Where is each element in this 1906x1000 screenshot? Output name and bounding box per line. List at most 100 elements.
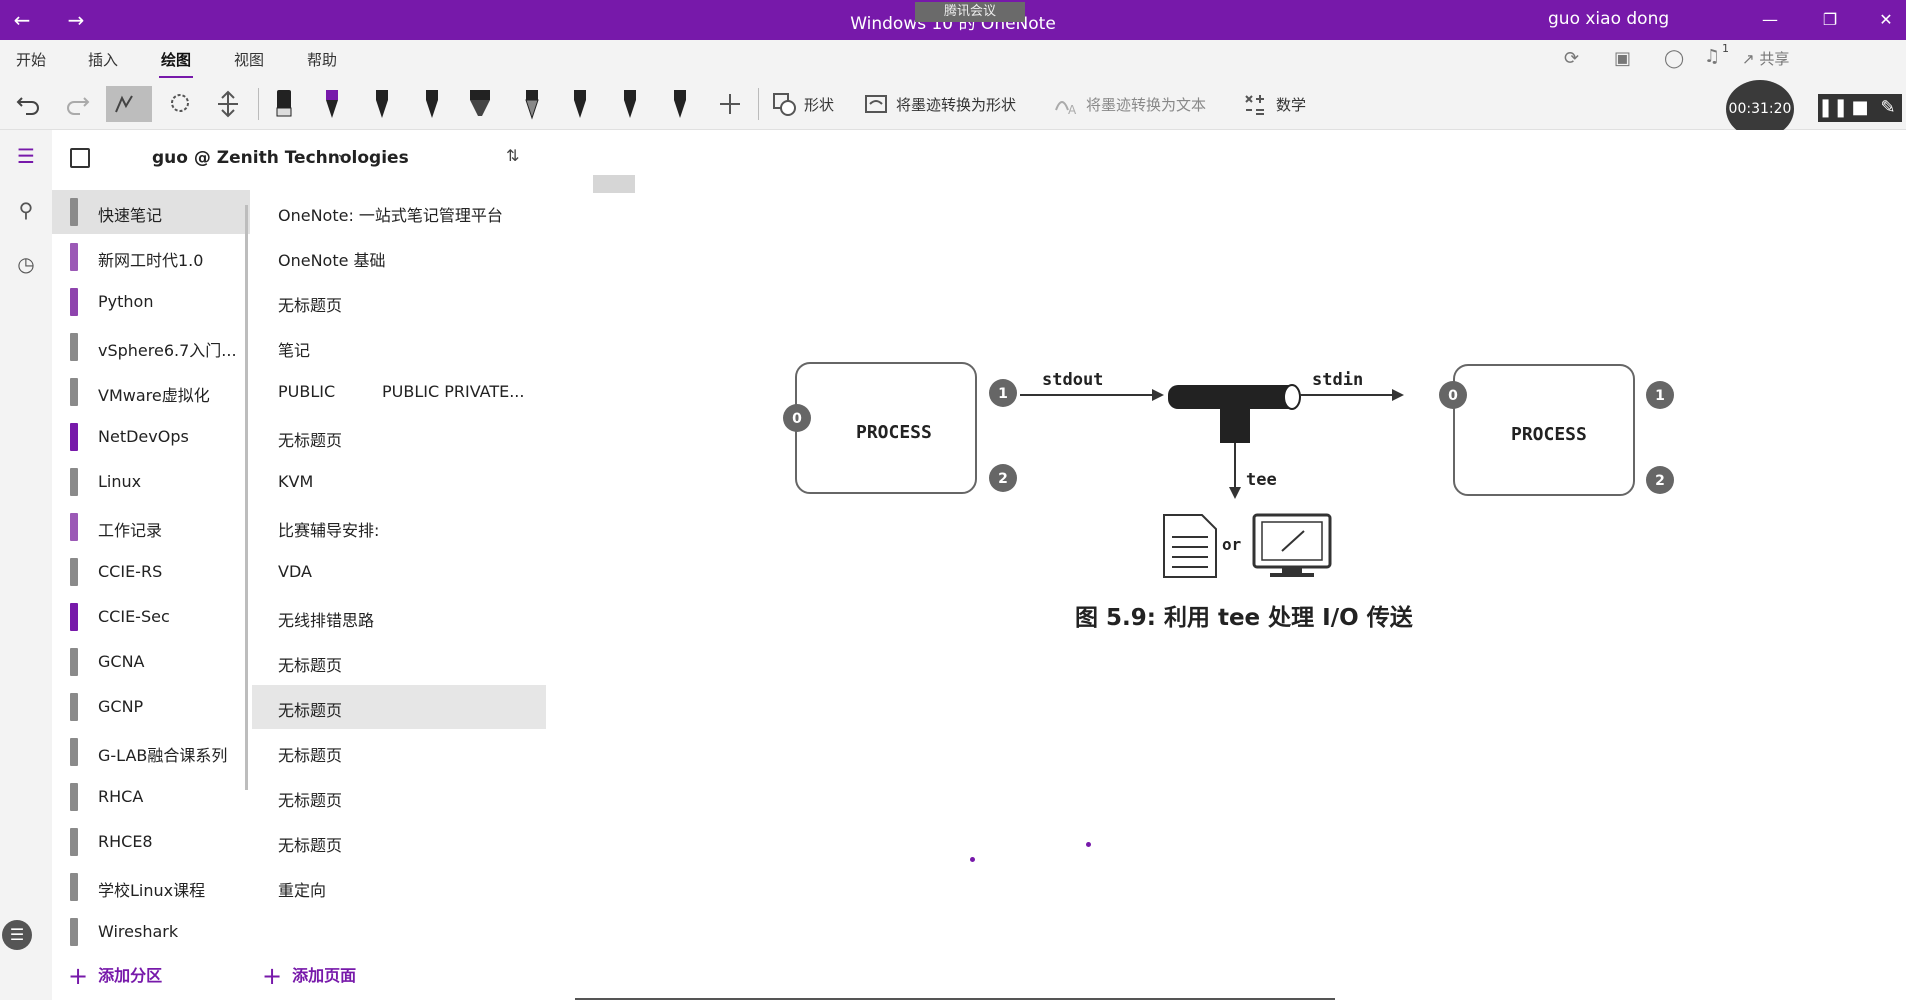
minimize-icon[interactable]: — [1750,6,1790,34]
user-name[interactable]: guo xiao dong [1548,9,1669,29]
pen-black-4-icon[interactable] [612,86,648,122]
tab-insert[interactable]: 插入 [88,49,118,70]
highlighter-icon[interactable] [462,86,498,122]
add-page-button[interactable]: + 添加页面 [262,962,356,990]
tab-view[interactable]: 视图 [234,49,264,70]
ink-to-text-icon[interactable]: A [1048,86,1084,122]
section-label: CCIE-Sec [98,607,170,626]
pen-black-5-icon[interactable] [662,86,698,122]
notebooks-icon[interactable]: ☰ [8,138,44,174]
tee-pipe-horizontal [1168,385,1298,409]
stop-icon[interactable]: ■ [1846,94,1874,122]
page-label: 重定向 [278,881,327,900]
restore-icon[interactable]: ❐ [1810,6,1850,34]
section-item[interactable]: RHCA [52,775,250,819]
page-label: OneNote 基础 [278,251,386,270]
pen-purple-icon[interactable] [314,86,350,122]
section-item[interactable]: Wireshark [52,910,250,954]
page-item[interactable]: 无标题页 [252,415,546,459]
page-item[interactable]: 重定向 [252,865,546,909]
right-process-label: PROCESS [1511,424,1587,445]
notebook-header: guo @ Zenith Technologies ⌄ ⇅ [52,130,548,190]
pause-icon[interactable]: ❚❚ [1818,94,1848,122]
page-item[interactable]: 笔记 [252,325,546,369]
add-pen-icon[interactable] [712,86,748,122]
notebook-selector[interactable]: guo @ Zenith Technologies [152,148,409,168]
pen-annotate-icon[interactable]: ✎ [1874,94,1902,122]
sort-icon[interactable]: ⇅ [506,146,519,165]
section-item[interactable]: Linux [52,460,250,504]
lightbulb-icon[interactable]: ◯ [1664,48,1684,69]
page-item[interactable]: 无标题页 [252,280,546,324]
bell-icon[interactable]: ♫ [1704,46,1720,67]
select-objects-icon[interactable] [106,86,152,122]
section-item[interactable]: 新网工时代1.0 [52,235,250,279]
right-fd1-label: 1 [1655,388,1665,404]
page-item[interactable]: 无标题页 [252,820,546,864]
recording-controls: 00:31:20 ❚❚ ■ ✎ [1726,78,1906,138]
page-item[interactable]: 比赛辅导安排: [252,505,546,549]
navigation-rail: ☰ ⚲ ◷ ☰ [0,130,52,1000]
page-item[interactable]: 无标题页 [252,775,546,819]
page-item[interactable]: VDA [252,550,546,594]
page-label: VDA [278,562,312,581]
page-item[interactable]: KVM [252,460,546,504]
page-item[interactable]: 无标题页 [252,685,546,729]
page-item[interactable]: OneNote: 一站式笔记管理平台 [252,190,546,234]
section-item[interactable]: 学校Linux课程 [52,865,250,909]
stdout-label: stdout [1042,370,1103,390]
shapes-label[interactable]: 形状 [804,94,834,115]
share-button[interactable]: ↗ 共享 [1742,48,1789,69]
math-label[interactable]: 数学 [1276,94,1306,115]
undo-icon[interactable] [10,86,46,122]
page-item[interactable]: OneNote 基础 [252,235,546,279]
eraser-icon[interactable] [266,86,302,122]
section-item[interactable]: VMware虚拟化 [52,370,250,414]
chevron-down-icon[interactable]: ⌄ [336,146,348,162]
lasso-select-icon[interactable] [162,86,198,122]
page-item[interactable]: 无标题页 [252,730,546,774]
section-item[interactable]: GCNP [52,685,250,729]
section-item[interactable]: CCIE-RS [52,550,250,594]
section-item[interactable]: NetDevOps [52,415,250,459]
tab-home[interactable]: 开始 [16,49,46,70]
ink-to-shape-icon[interactable] [858,86,894,122]
section-item[interactable]: 工作记录 [52,505,250,549]
notebook-view-icon[interactable]: ▣ [1614,48,1631,69]
section-color-swatch [70,198,78,226]
meeting-badge[interactable]: 腾讯会议 [915,2,1025,22]
pen-black-3-icon[interactable] [562,86,598,122]
page-item[interactable]: PUBLIC PUBLIC PRIVATE... [252,370,546,414]
section-label: 工作记录 [98,521,163,540]
pen-black-icon[interactable] [364,86,400,122]
shapes-icon[interactable] [766,86,802,122]
page-label: 无标题页 [278,791,343,810]
add-section-button[interactable]: + 添加分区 [68,962,162,990]
section-item[interactable]: 快速笔记 [52,190,250,234]
section-item[interactable]: vSphere6.7入门... [52,325,250,369]
section-label: RHCA [98,787,144,806]
menu-list-icon[interactable]: ☰ [2,920,32,950]
section-item[interactable]: GCNA [52,640,250,684]
section-item[interactable]: Python [52,280,250,324]
pen-black-2-icon[interactable] [414,86,450,122]
tab-draw[interactable]: 绘图 [158,49,194,79]
close-icon[interactable]: ✕ [1866,6,1906,34]
math-icon[interactable] [1236,86,1272,122]
section-item[interactable]: G-LAB融合课系列 [52,730,250,774]
sync-icon[interactable]: ⟳ [1564,48,1579,69]
recent-clock-icon[interactable]: ◷ [8,246,44,282]
section-item[interactable]: CCIE-Sec [52,595,250,639]
section-item[interactable]: RHCE8 [52,820,250,864]
page-item[interactable]: 无线排错思路 [252,595,546,639]
pencil-icon[interactable] [514,86,550,122]
tab-help[interactable]: 帮助 [307,49,337,70]
draw-toolbar: 形状 将墨迹转换为形状 A 将墨迹转换为文本 数学 [0,78,1906,130]
redo-icon[interactable] [60,86,96,122]
notification-count: 1 [1722,42,1729,55]
section-scrollbar[interactable] [245,205,248,790]
page-item[interactable]: 无标题页 [252,640,546,684]
ink-to-shape-label[interactable]: 将墨迹转换为形状 [896,94,1016,115]
add-space-icon[interactable] [210,86,246,122]
search-icon[interactable]: ⚲ [8,192,44,228]
